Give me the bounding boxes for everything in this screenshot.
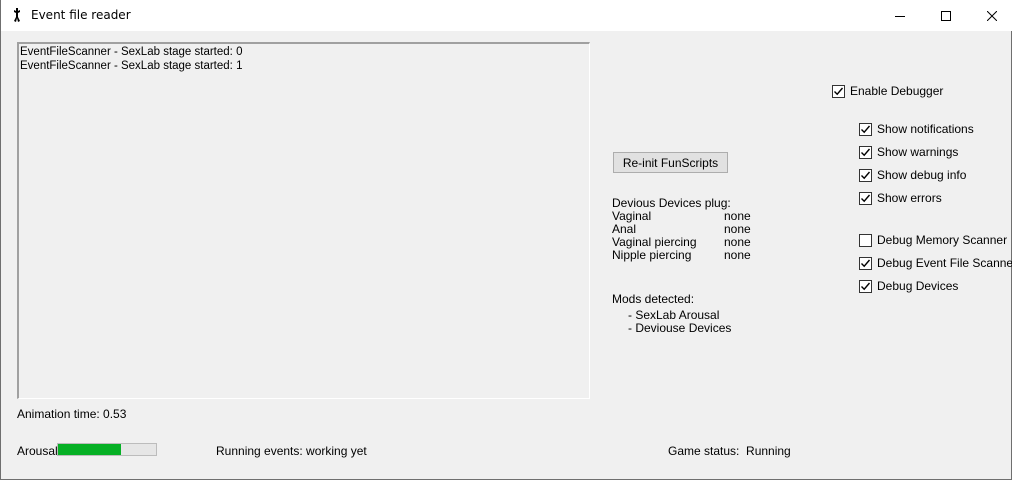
dd-slot-value: none — [724, 248, 751, 262]
checkbox-box[interactable] — [859, 256, 872, 270]
checkmark-icon — [861, 194, 871, 202]
dd-slot-value: none — [724, 209, 751, 223]
minimize-button[interactable] — [877, 0, 923, 31]
window-title: Event file reader — [31, 8, 131, 22]
close-button[interactable] — [969, 0, 1012, 31]
show-debug-info-checkbox[interactable]: Show debug info — [859, 168, 966, 182]
checkbox-box[interactable] — [859, 122, 872, 136]
show-errors-checkbox[interactable]: Show errors — [859, 191, 942, 205]
checkbox-label: Show warnings — [877, 145, 959, 159]
devious-devices-heading: Devious Devices plug: — [612, 196, 731, 210]
running-events-label: Running events: working yet — [216, 444, 367, 458]
reinit-funscripts-button[interactable]: Re-init FunScripts — [613, 152, 728, 173]
app-window: Event file reader EventFileScanner - Sex… — [0, 0, 1012, 480]
log-line: EventFileScanner - SexLab stage started:… — [20, 46, 243, 58]
checkbox-label: Enable Debugger — [850, 84, 944, 98]
log-line: EventFileScanner - SexLab stage started:… — [20, 59, 243, 72]
checkbox-label: Show debug info — [877, 168, 967, 182]
dd-slot-label: Nipple piercing — [612, 248, 692, 262]
dd-slot-value: none — [724, 235, 751, 249]
checkbox-label: Debug Devices — [877, 279, 959, 293]
checkbox-box[interactable] — [859, 145, 872, 159]
dd-slot-value: none — [724, 222, 751, 236]
checkbox-box[interactable] — [859, 279, 872, 293]
checkmark-icon — [861, 171, 871, 179]
checkmark-icon — [861, 282, 871, 290]
event-log-textbox[interactable]: EventFileScanner - SexLab stage started:… — [17, 42, 590, 399]
debug-event-file-scanner-checkbox[interactable]: Debug Event File Scanner — [859, 256, 1012, 270]
arousal-label: Arousal — [17, 444, 58, 458]
show-warnings-checkbox[interactable]: Show warnings — [859, 145, 958, 159]
mod-item: - Deviouse Devices — [628, 321, 732, 335]
checkmark-icon — [834, 87, 844, 95]
checkbox-box[interactable] — [832, 84, 845, 98]
checkbox-label: Debug Event File Scanner — [877, 256, 1012, 270]
debug-memory-scanner-checkbox[interactable]: Debug Memory Scanner — [859, 233, 1007, 247]
checkbox-label: Debug Memory Scanner — [877, 233, 1008, 247]
title-bar[interactable]: Event file reader — [1, 0, 1012, 31]
checkmark-icon — [861, 148, 871, 156]
app-icon — [14, 8, 20, 22]
close-icon — [987, 10, 997, 21]
checkbox-label: Show notifications — [877, 122, 974, 136]
mods-detected-heading: Mods detected: — [612, 292, 695, 306]
checkbox-label: Show errors — [877, 191, 942, 205]
maximize-button[interactable] — [923, 0, 969, 31]
animation-time-label: Animation time: 0.53 — [17, 407, 127, 421]
checkbox-box[interactable] — [859, 191, 872, 205]
checkbox-box[interactable] — [859, 168, 872, 182]
checkmark-icon — [861, 125, 871, 133]
game-status-label: Game status: Running — [668, 444, 791, 458]
dd-slot-label: Anal — [612, 222, 637, 236]
enable-debugger-checkbox[interactable]: Enable Debugger — [832, 84, 943, 98]
dd-slot-label: Vaginal piercing — [612, 235, 697, 249]
show-notifications-checkbox[interactable]: Show notifications — [859, 122, 974, 136]
checkbox-box[interactable] — [859, 233, 872, 247]
arousal-progress-fill — [58, 444, 121, 455]
maximize-icon — [941, 10, 951, 21]
arousal-progress-bar — [57, 443, 157, 456]
dd-slot-label: Vaginal — [612, 209, 652, 223]
mod-item: - SexLab Arousal — [628, 308, 720, 322]
debug-devices-checkbox[interactable]: Debug Devices — [859, 279, 958, 293]
checkmark-icon — [861, 259, 871, 267]
minimize-icon — [895, 15, 905, 17]
